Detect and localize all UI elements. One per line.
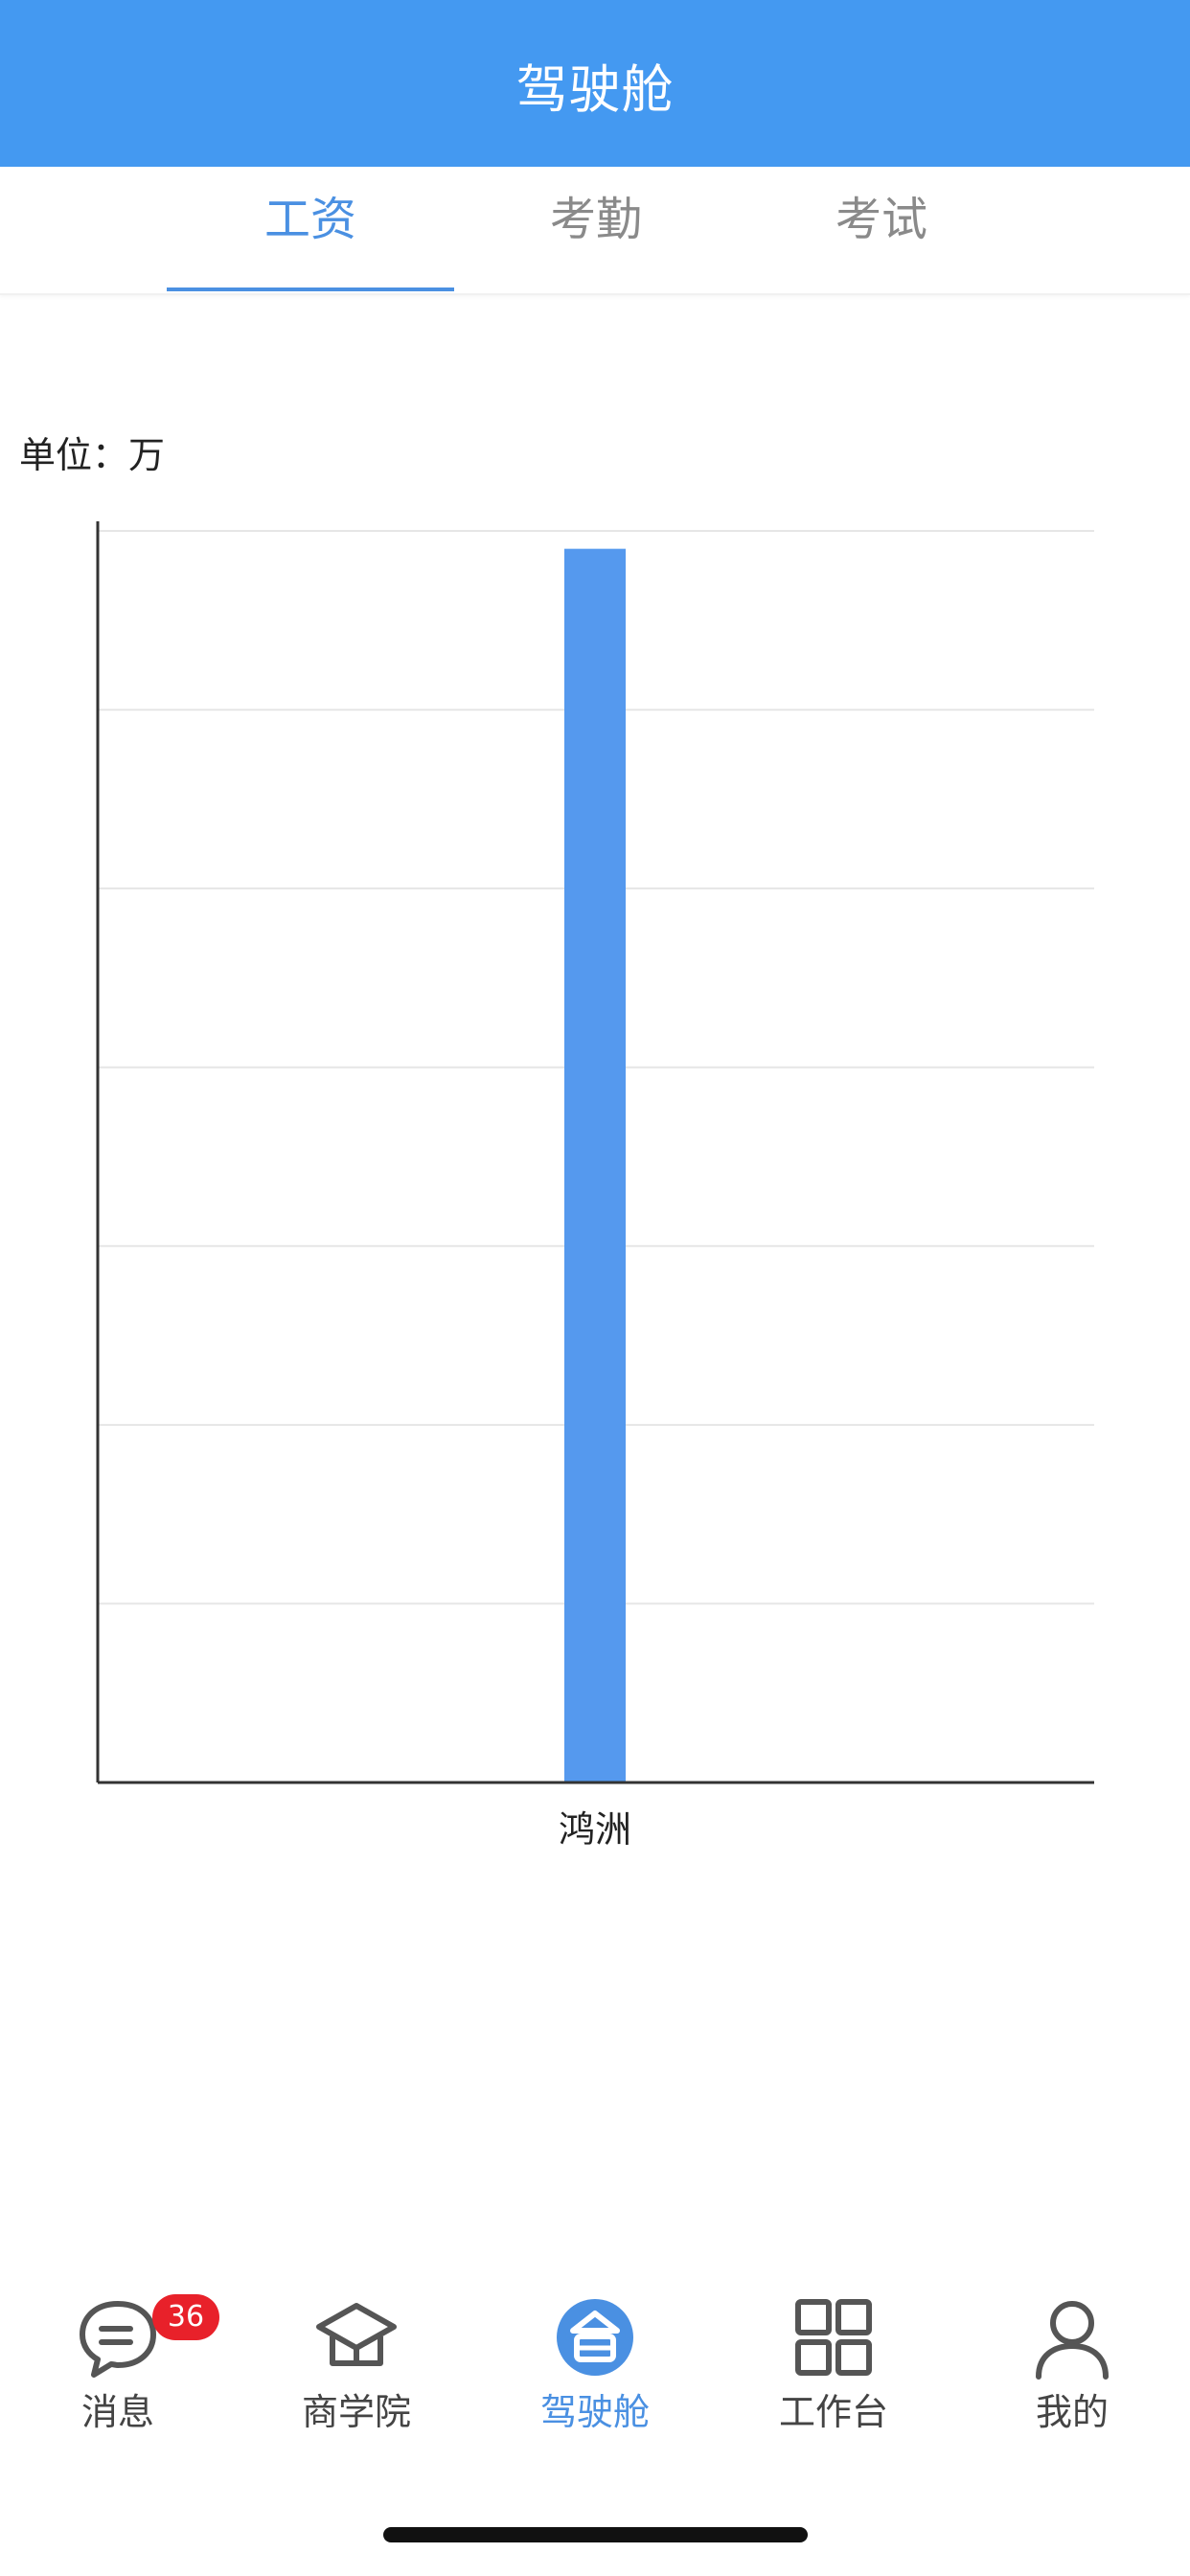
unread-badge: 36	[152, 2294, 219, 2340]
nav-item-me[interactable]: 我的	[976, 2271, 1168, 2463]
unit-label: 单位：万	[19, 434, 166, 476]
nav-item-workbench[interactable]: 工作台	[738, 2271, 929, 2463]
salary-bar-chart: 鸿洲	[96, 521, 1094, 1851]
top-bar: 驾驶舱	[0, 0, 1190, 167]
person-icon	[1029, 2294, 1115, 2380]
cockpit-icon	[552, 2294, 638, 2380]
tab-salary[interactable]: 工资	[167, 167, 454, 291]
nav-item-cockpit[interactable]: 驾驶舱	[499, 2271, 691, 2463]
nav-label: 工作台	[778, 2391, 888, 2433]
x-tick-label: 鸿洲	[559, 1808, 631, 1851]
grid-icon	[790, 2294, 877, 2380]
nav-label: 消息	[80, 2391, 154, 2433]
active-tab-underline	[167, 288, 454, 291]
tab-bar: 工资 考勤 考试	[0, 167, 1190, 295]
tab-attendance[interactable]: 考勤	[452, 167, 740, 291]
nav-item-academy[interactable]: 商学院	[261, 2271, 452, 2463]
page-title: 驾驶舱	[515, 59, 675, 120]
tab-exam[interactable]: 考试	[738, 167, 1025, 291]
home-indicator	[383, 2527, 808, 2542]
graduation-cap-icon	[313, 2294, 400, 2380]
nav-label: 驾驶舱	[539, 2391, 650, 2433]
bar-0[interactable]	[564, 548, 626, 1782]
message-icon	[75, 2294, 161, 2380]
bottom-nav: 36 消息 商学院 驾驶舱 工作台 我的	[0, 2271, 1190, 2463]
nav-label: 商学院	[301, 2391, 411, 2433]
tab-label: 工资	[263, 193, 356, 246]
tab-label: 考试	[835, 193, 927, 246]
tab-label: 考勤	[549, 193, 642, 246]
nav-item-messages[interactable]: 36 消息	[22, 2271, 219, 2463]
nav-label: 我的	[1035, 2391, 1109, 2433]
